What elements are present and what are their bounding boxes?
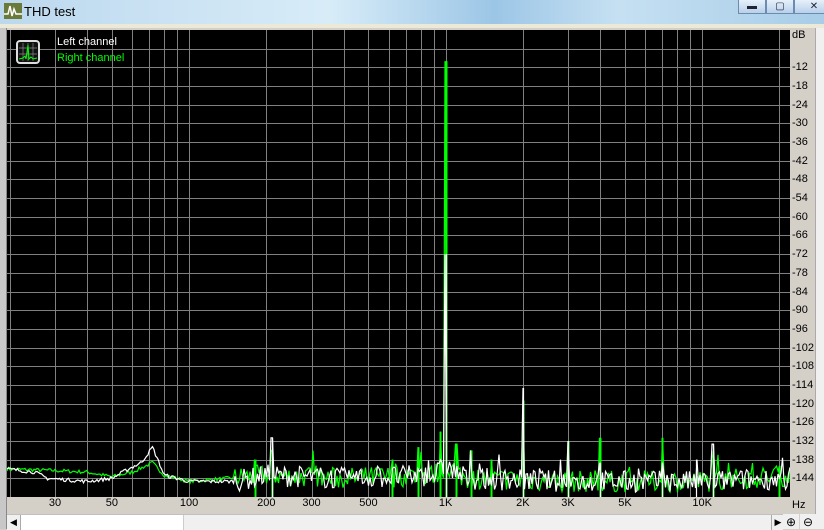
y-tick-label: -114: [792, 378, 814, 391]
zoom-in-button[interactable]: ⊕: [783, 514, 799, 529]
spectrum-icon-glyph: [18, 43, 38, 61]
y-tick-label: -108: [792, 360, 815, 373]
left-edge: [0, 28, 7, 529]
y-tick-label: -60: [792, 210, 808, 223]
y-unit-label: dB: [792, 29, 806, 41]
x-tick-label: 300: [302, 497, 321, 509]
series-line-left-channel: [7, 254, 790, 494]
y-tick-label: -36: [792, 136, 808, 149]
window-title: THD test: [24, 4, 76, 19]
title-bar: THD test ▬ ▢ ✕: [0, 0, 824, 24]
x-axis: 30 50 100 200 300 500 1K 2K 3K 5K 10K: [7, 497, 790, 513]
y-tick-label: -72: [792, 248, 808, 261]
minimize-button[interactable]: ▬: [738, 0, 766, 14]
y-tick-label: -78: [792, 266, 808, 279]
x-tick-label: 2K: [516, 497, 530, 509]
maximize-icon: ▢: [775, 1, 785, 12]
y-tick-label: -120: [792, 397, 815, 410]
x-tick-label: 10K: [692, 497, 712, 509]
scroll-left-button[interactable]: ◀: [7, 515, 21, 530]
y-axis: dB -12 -18 -24 -30 -36 -42 -48 -54 -60 -66 -72 -78 -…: [790, 28, 815, 497]
frame-border: [0, 24, 824, 28]
y-tick-label: -42: [792, 154, 808, 167]
spectrum-icon[interactable]: [16, 40, 40, 64]
y-tick-label: -138: [792, 453, 815, 466]
side-panel: [815, 28, 824, 529]
x-tick-label: 5K: [618, 497, 632, 509]
y-tick-label: -84: [792, 285, 808, 298]
zoom-out-icon: ⊖: [802, 514, 814, 529]
y-tick-label: -12: [792, 61, 808, 74]
y-tick-label: -48: [792, 173, 808, 186]
y-tick-label: -24: [792, 98, 808, 111]
y-tick-label: -54: [792, 192, 808, 205]
close-icon: ✕: [809, 1, 819, 12]
x-tick-label: 50: [105, 497, 119, 509]
y-tick-label: -18: [792, 80, 808, 93]
legend-left-channel[interactable]: Left channel: [57, 36, 117, 48]
y-tick-label: -30: [792, 117, 808, 130]
scroll-thumb[interactable]: [21, 515, 184, 530]
x-tick-label: 200: [257, 497, 276, 509]
x-unit-label: Hz: [792, 499, 806, 511]
x-tick-label: 1K: [438, 497, 453, 509]
y-tick-label: -66: [792, 229, 808, 242]
zoom-out-button[interactable]: ⊖: [800, 514, 816, 529]
series-line-right-channel: [7, 61, 790, 494]
x-tick-label: 500: [359, 497, 378, 509]
y-tick-label: -144: [792, 472, 815, 485]
horizontal-scrollbar[interactable]: ◀ ▶: [7, 514, 783, 530]
close-button[interactable]: ✕: [794, 0, 824, 14]
maximize-button[interactable]: ▢: [766, 0, 794, 14]
x-tick-label: 3K: [561, 497, 575, 509]
zoom-in-icon: ⊕: [785, 514, 797, 529]
y-tick-label: -126: [792, 416, 815, 429]
x-tick-label: 30: [48, 497, 62, 509]
spectrum-plot[interactable]: [7, 30, 790, 497]
y-tick-label: -102: [792, 341, 815, 354]
spectrum-app-icon: [4, 3, 22, 19]
y-tick-label: -90: [792, 304, 808, 317]
minimize-icon: ▬: [747, 1, 757, 12]
spectrum-chart: [7, 30, 790, 497]
legend-right-channel[interactable]: Right channel: [57, 52, 124, 64]
x-tick-label: 100: [179, 497, 199, 509]
y-tick-label: -132: [792, 434, 815, 447]
y-tick-label: -96: [792, 322, 808, 335]
